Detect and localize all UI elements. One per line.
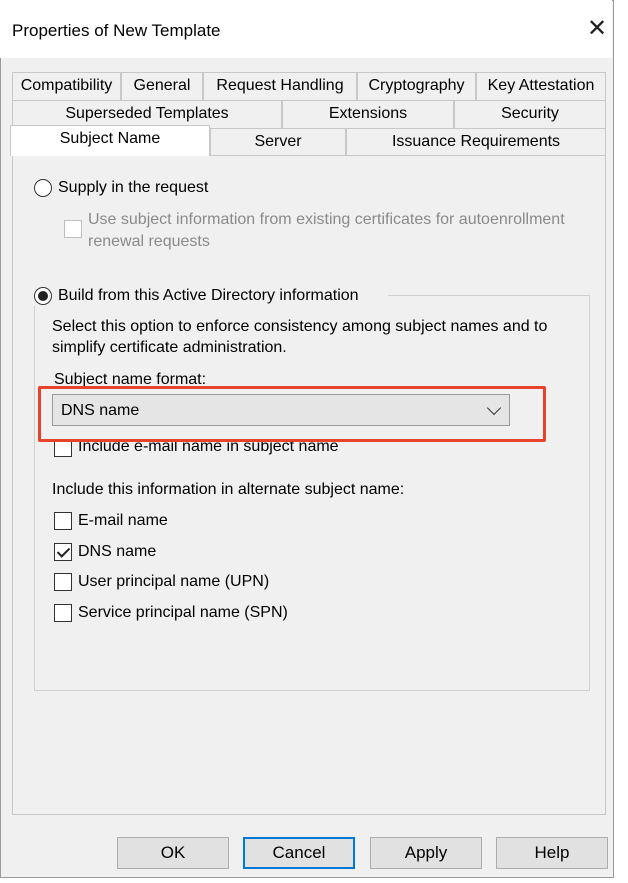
highlight-box bbox=[38, 386, 546, 442]
tab-request-handling[interactable]: Request Handling bbox=[203, 72, 357, 100]
help-button[interactable]: Help bbox=[496, 837, 608, 869]
autoenrollment-checkbox bbox=[64, 220, 82, 238]
window-title: Properties of New Template bbox=[12, 21, 221, 40]
ok-button[interactable]: OK bbox=[117, 837, 229, 869]
tab-cryptography[interactable]: Cryptography bbox=[357, 72, 476, 100]
supply-radio[interactable] bbox=[34, 179, 52, 197]
alt-dns-checkbox[interactable] bbox=[54, 543, 72, 561]
tab-server[interactable]: Server bbox=[210, 128, 346, 156]
build-label[interactable]: Build from this Active Directory informa… bbox=[58, 287, 359, 305]
cancel-button[interactable]: Cancel bbox=[243, 837, 355, 869]
alt-email-label[interactable]: E-mail name bbox=[78, 512, 168, 530]
alt-name-heading: Include this information in alternate su… bbox=[52, 481, 405, 498]
apply-button[interactable]: Apply bbox=[370, 837, 482, 869]
supply-label[interactable]: Supply in the request bbox=[58, 179, 208, 197]
tab-general[interactable]: General bbox=[121, 72, 203, 100]
alt-upn-checkbox[interactable] bbox=[54, 573, 72, 591]
tab-issuance-requirements[interactable]: Issuance Requirements bbox=[346, 128, 606, 156]
tab-extensions[interactable]: Extensions bbox=[282, 100, 454, 128]
tab-key-attestation[interactable]: Key Attestation bbox=[476, 72, 606, 100]
build-radio[interactable] bbox=[34, 287, 52, 305]
tab-superseded-templates[interactable]: Superseded Templates bbox=[12, 100, 282, 128]
description-line2: simplify certificate administration. bbox=[52, 339, 287, 356]
alt-spn-label[interactable]: Service principal name (SPN) bbox=[78, 604, 288, 622]
description-line1: Select this option to enforce consistenc… bbox=[52, 318, 548, 335]
tab-security[interactable]: Security bbox=[454, 100, 606, 128]
autoenrollment-label-line2: renewal requests bbox=[88, 233, 210, 250]
alt-email-checkbox[interactable] bbox=[54, 512, 72, 530]
autoenrollment-label-line1: Use subject information from existing ce… bbox=[88, 211, 565, 228]
alt-spn-checkbox[interactable] bbox=[54, 604, 72, 622]
alt-dns-label[interactable]: DNS name bbox=[78, 543, 156, 561]
tab-compatibility[interactable]: Compatibility bbox=[12, 72, 121, 100]
tab-subject-name[interactable]: Subject Name bbox=[10, 125, 210, 156]
close-icon[interactable]: ✕ bbox=[584, 16, 610, 42]
alt-upn-label[interactable]: User principal name (UPN) bbox=[78, 573, 269, 591]
